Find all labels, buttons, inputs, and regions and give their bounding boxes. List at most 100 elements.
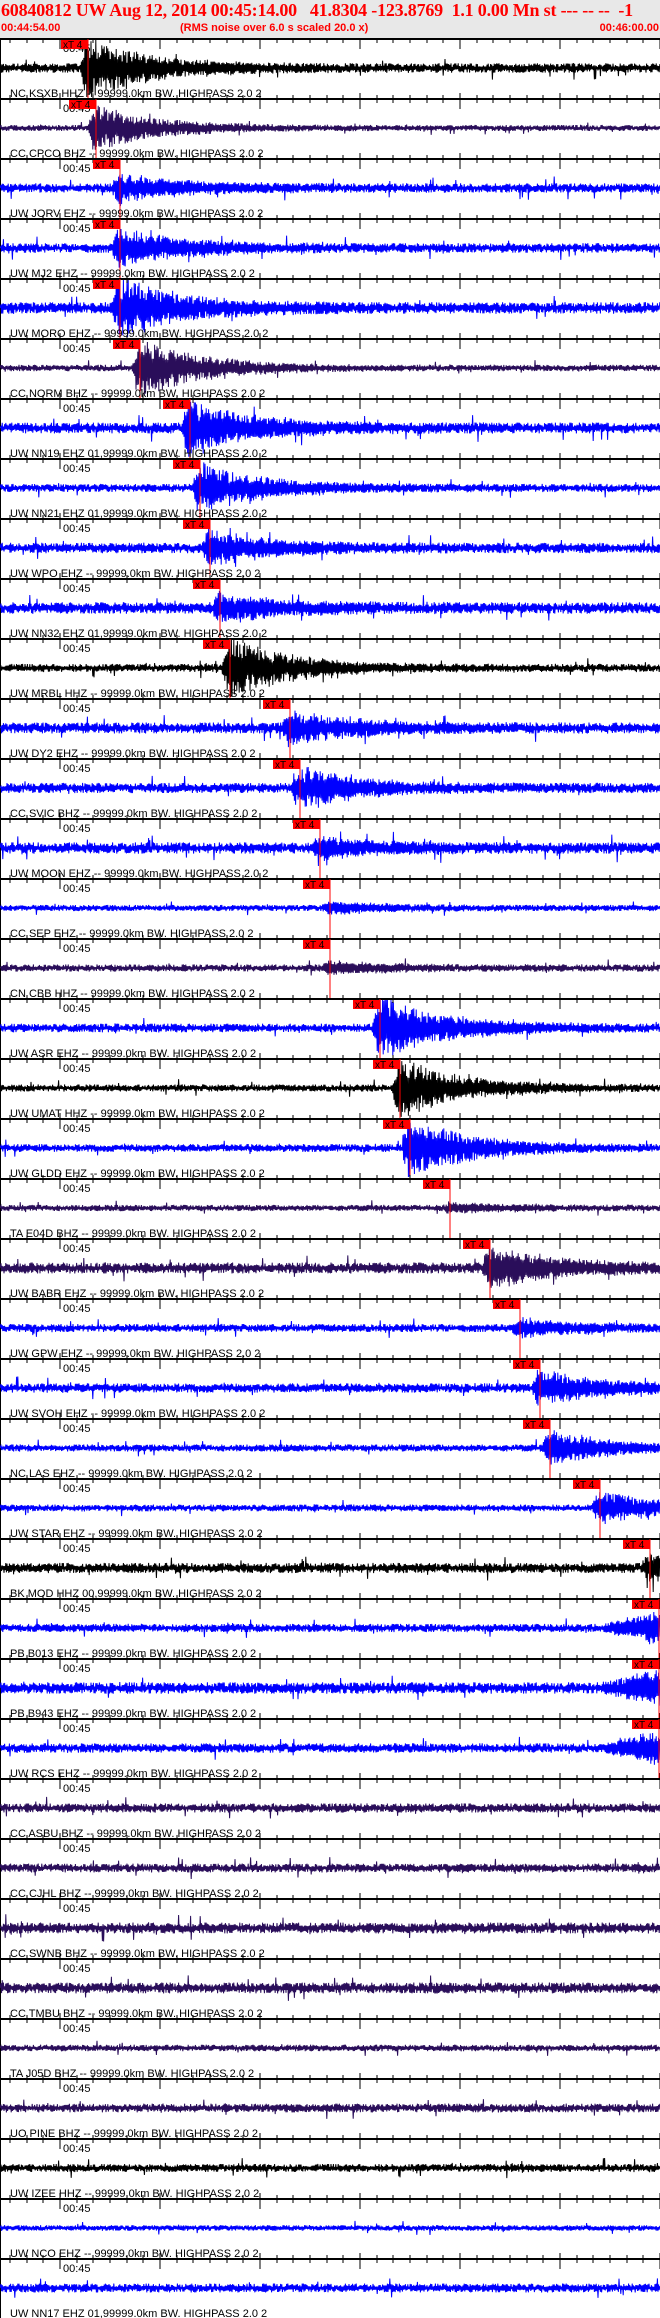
minute-label: 00:45 [63,1483,91,1495]
waveform [0,1369,660,1406]
pick-label: xT 4 [625,1540,645,1551]
minute-label: 00:45 [63,2083,91,2095]
trace-panel: 00:45UW IZEE HHZ -- 99999.0km BW. HIGHPA… [0,2133,660,2200]
trace-panel: 00:45 xT 4CC SEP EHZ -- 99999.0km BW. HIG… [0,873,660,940]
trace-panel: 00:45CC TMBU BHZ -- 99999.0km BW. HIGHPA… [0,1953,660,2020]
pick-label: xT 4 [425,1180,445,1191]
trace-panel: 00:45 xT 4UW DY2 EHZ -- 99999.0km BW. HIG… [0,693,660,760]
pick-label: xT 4 [205,640,225,651]
trace-panel: 00:45 xT 4CC SVIC BHZ -- 99999.0km BW. HI… [0,753,660,820]
trace-panel: 00:45 xT 4UW RCS EHZ -- 99999.0km BW. HIG… [0,1713,660,1780]
waveform [0,1492,660,1525]
pick-label: xT 4 [275,760,295,771]
pick-label: xT 4 [265,700,285,711]
minute-label: 00:45 [63,223,91,235]
waveform [0,1317,660,1339]
trace-panel: 00:45 xT 4BK MOD HHZ 00,99999.0km BW. HIG… [0,1533,660,1600]
minute-label: 00:45 [63,943,91,955]
trace-panel: 00:45 xT 4NC LAS EHZ -- 99999.0km BW. HIG… [0,1413,660,1480]
minute-label: 00:45 [63,1183,91,1195]
pick-label: xT 4 [71,100,91,111]
pick-label: xT 4 [465,1240,485,1251]
trace-panel: 00:45CC SWNB BHZ -- 99999.0km BW. HIGHPA… [0,1893,660,1960]
minute-label: 00:45 [63,163,91,175]
waveform [0,2040,660,2056]
pick-label: xT 4 [95,160,115,171]
waveform [0,228,660,268]
waveform [0,1245,660,1288]
minute-label: 00:45 [63,283,91,295]
minute-label: 00:45 [63,1303,91,1315]
waveform [0,1200,660,1216]
trace-panel: 00:45UW NCO EHZ -- 99999.0km BW. HIGHPAS… [0,2193,660,2260]
waveform [0,2157,660,2179]
waveform [0,527,660,567]
trace-panel: 00:45UO PINE BHZ -- 99999.0km BW. HIGHPA… [0,2073,660,2140]
waveform [0,2220,660,2236]
minute-label: 00:45 [63,1123,91,1135]
event-title: 60840812 UW Aug 12, 2014 00:45:14.00 41.… [1,0,633,20]
trace-panel: 00:45 xT 4CN CBB HHZ -- 99999.0km BW. HIG… [0,933,660,1000]
trace-panel: 00:45 xT 4UW GPW EHZ -- 99999.0km BW. HIG… [0,1293,660,1360]
pick-label: xT 4 [295,820,315,831]
minute-label: 00:45 [63,2203,91,2215]
pick-label: xT 4 [375,1060,395,1071]
pick-label: xT 4 [63,40,83,51]
minute-label: 00:45 [63,883,91,895]
trace-panel: 00:45 xT 4UW MJ2 EHZ -- 99999.0km BW. HIG… [0,213,660,280]
event-header: 60840812 UW Aug 12, 2014 00:45:14.00 41.… [0,0,660,38]
waveform [0,1611,660,1645]
minute-label: 00:45 [63,1003,91,1015]
trace-panel: 00:45 xT 4UW WPO EHZ -- 99999.0km BW. HIG… [0,513,660,580]
trace-panel: 00:45 xT 4CC NORM BHZ -- 99999.0km BW. HI… [0,333,660,400]
trace-panel: 00:45 xT 4UW SVOH EHZ -- 99999.0km BW. HI… [0,1353,660,1420]
trace-panel: 00:45 xT 4UW NN21 EHZ 01,99999.0km BW. HI… [0,453,660,520]
waveform [0,341,660,395]
pick-label: xT 4 [185,520,205,531]
waveform [0,1914,660,1942]
minute-label: 00:45 [63,1543,91,1555]
waveform [0,831,660,867]
waveform [0,590,660,624]
minute-label: 00:45 [63,1603,91,1615]
minute-label: 00:45 [63,1243,91,1255]
waveform [0,174,660,207]
waveform [0,1670,660,1706]
pick-label: xT 4 [355,1000,375,1011]
minute-label: 00:45 [63,703,91,715]
minute-label: 00:45 [63,583,91,595]
pick-label: xT 4 [575,1480,595,1491]
pick-label: xT 4 [634,1600,654,1611]
minute-label: 00:45 [63,763,91,775]
trace-panel: 00:45xT 4NC KSXB HHZ -- 99999.0km BW. HI… [0,38,660,100]
start-time: 00:44:54.00 [1,22,61,34]
trace-panel: 00:45 xT 4UW JORV EHZ -- 99999.0km BW. HI… [0,153,660,220]
waveform [0,1430,660,1465]
trace-panel: 00:45 UW NN17 EHZ 01,99999.0km BW. HIGHPA… [0,2253,660,2318]
seismogram-plot: 00:45xT 4NC KSXB HHZ -- 99999.0km BW. HI… [0,38,660,2318]
waveform [0,766,660,808]
trace-panel: 00:45 xT 4PB B013 EHZ -- 99999.0km BW. HI… [0,1593,660,1660]
pick-label: xT 4 [305,880,325,891]
trace-panel: 00:45CC CJHL BHZ -- 99999.0km BW. HIGHPA… [0,1833,660,1900]
minute-label: 00:45 [63,2263,91,2275]
waveform [0,1553,660,1593]
pick-label: xT 4 [634,1660,654,1671]
waveform [0,105,660,150]
minute-label: 00:45 [63,1783,91,1795]
minute-label: 00:45 [63,2143,91,2155]
pick-label: xT 4 [95,220,115,231]
trace-panel: 00:45 xT 4UW BABR EHZ -- 99999.0km BW. HI… [0,1233,660,1300]
station-label: UW NN17 EHZ 01,99999.0km BW. HIGHPASS 2.… [10,2308,267,2318]
pick-label: xT 4 [305,940,325,951]
trace-panel: 00:45 xT 4UW MRBL HHZ -- 99999.0km BW. HI… [0,633,660,700]
trace-panel: 00:45 xT 4TA E04D BHZ -- 99999.0km BW. HI… [0,1173,660,1240]
rms-note: (RMS noise over 6.0 s scaled 20.0 x) [180,22,369,34]
minute-label: 00:45 [63,1843,91,1855]
minute-label: 00:45 [63,1723,91,1735]
waveform [0,1857,660,1880]
trace-panel: 00:45 xT 4PB B943 EHZ -- 99999.0km BW. HI… [0,1653,660,1720]
minute-label: 00:45 [63,463,91,475]
waveform [0,710,660,748]
minute-label: 00:45 [63,343,91,355]
